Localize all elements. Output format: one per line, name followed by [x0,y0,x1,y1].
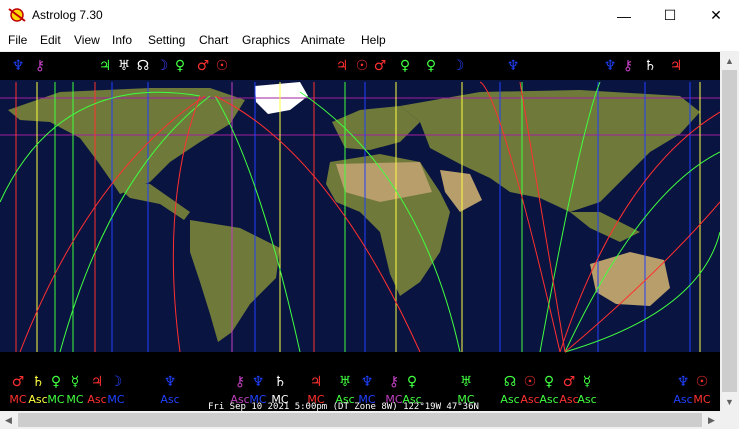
planet-glyph-bottom: ♆ [677,374,690,390]
planet-glyph-top: ♃ [99,58,112,74]
planet-glyph-top: ♃ [336,58,349,74]
planet-glyph-bottom: ♀ [51,374,61,390]
chart-info-line: Fri Sep 10 2021 5:00pm (DT Zone 8W) 122°… [208,402,479,411]
menu-animate[interactable]: Animate [301,33,345,47]
angle-label: MC [47,393,64,406]
menu-edit[interactable]: Edit [40,33,61,47]
horizontal-scroll-thumb[interactable] [18,413,702,427]
planet-glyph-top: ☉ [356,58,369,74]
vertical-scroll-thumb[interactable] [722,70,737,392]
planet-glyph-top: ♃ [670,58,683,74]
scroll-right-arrow-icon[interactable]: ▶ [703,412,720,429]
angle-label: Asc [160,393,179,406]
maximize-button[interactable]: ☐ [647,0,693,31]
menu-bar: File Edit View Info Setting Chart Graphi… [0,31,739,51]
angle-label: Asc [520,393,539,406]
planet-glyph-bottom: ♆ [361,374,374,390]
planet-glyph-bottom: ☿ [71,374,80,390]
angle-label: Asc [87,393,106,406]
window-title: Astrolog 7.30 [32,8,103,22]
planet-glyph-bottom: ♀ [544,374,554,390]
scroll-left-arrow-icon[interactable]: ◀ [0,412,17,429]
title-bar: Astrolog 7.30 — ☐ ✕ [0,0,739,31]
angle-label: Asc [559,393,578,406]
menu-chart[interactable]: Chart [199,33,228,47]
planet-glyph-top: ☽ [452,58,465,74]
planet-glyph-top: ♅ [118,58,131,74]
angle-label: Asc [673,393,692,406]
planet-glyph-bottom: ♃ [310,374,323,390]
planet-glyph-bottom: ☉ [524,374,537,390]
bottom-planet-glyphs: ♂ ♄ ♀ ☿ ♃ ☽ ♆ ⚷ ♆ ♄ ♃ ♅ ♆ ⚷ ♀ ♅ ☊ ☉ ♀ ♂ ☿ ♆ ☉ [12,374,709,390]
planet-glyph-bottom: ☿ [583,374,592,390]
angle-label: MC [107,393,124,406]
planet-glyph-bottom: ☊ [504,374,516,390]
angle-label: MC [693,393,710,406]
planet-glyph-bottom: ♂ [563,374,576,390]
angle-label: Asc [539,393,558,406]
planet-glyph-top: ☊ [137,58,149,74]
planet-glyph-top: ⚷ [35,58,45,74]
planet-glyph-top: ☉ [216,58,229,74]
scroll-up-arrow-icon[interactable]: ▲ [721,52,738,69]
angle-label: Asc [28,393,47,406]
planet-glyph-bottom: ♆ [164,374,177,390]
planet-glyph-top: ⚷ [623,58,633,74]
planet-glyph-bottom: ♃ [91,374,104,390]
planet-glyph-top: ♀ [426,58,436,74]
planet-glyph-bottom: ⚷ [235,374,245,390]
planet-glyph-top: ♆ [12,58,25,74]
planet-glyph-bottom: ☽ [110,374,123,390]
horizontal-scrollbar[interactable]: ◀ ▶ [0,411,720,429]
world-map-canvas[interactable]: ♆ ⚷ ♃ ♅ ☊ ☽ ♀ ♂ ☉ ♃ ☉ ♂ ♀ ♀ ☽ ♆ ♆ ⚷ ♄ ♃ ♂ ♄ ♀ ☿ ♃ ☽ ♆ ⚷ ♆ ♄ ♃ ♅ ♆ ⚷ ♀ ♅ ☊ ☉ ♀… [0,52,721,412]
angle-label: MC [66,393,83,406]
planet-glyph-top: ♂ [374,58,387,74]
menu-file[interactable]: File [8,33,27,47]
menu-graphics[interactable]: Graphics [242,33,290,47]
planet-glyph-bottom: ♅ [460,374,473,390]
scrollbar-corner [720,411,739,429]
planet-glyph-top: ♂ [197,58,210,74]
planet-glyph-bottom: ♂ [12,374,25,390]
planet-glyph-bottom: ♆ [252,374,265,390]
planet-glyph-bottom: ♄ [32,374,45,390]
menu-help[interactable]: Help [361,33,386,47]
menu-view[interactable]: View [74,33,100,47]
planet-glyph-top: ♀ [175,58,185,74]
angle-label: Asc [500,393,519,406]
scroll-down-arrow-icon[interactable]: ▼ [721,393,738,410]
planet-glyph-top: ☽ [156,58,169,74]
astrolog-app-icon [8,8,26,22]
planet-glyph-top: ♀ [400,58,410,74]
angle-label: Asc [577,393,596,406]
top-planet-glyphs: ♆ ⚷ ♃ ♅ ☊ ☽ ♀ ♂ ☉ ♃ ☉ ♂ ♀ ♀ ☽ ♆ ♆ ⚷ ♄ ♃ [12,58,683,74]
planet-glyph-bottom: ♀ [407,374,417,390]
angle-label: MC [9,393,26,406]
menu-setting[interactable]: Setting [148,33,185,47]
menu-info[interactable]: Info [112,33,132,47]
planet-glyph-bottom: ☉ [696,374,709,390]
astro-map-chart[interactable]: ♆ ⚷ ♃ ♅ ☊ ☽ ♀ ♂ ☉ ♃ ☉ ♂ ♀ ♀ ☽ ♆ ♆ ⚷ ♄ ♃ ♂ ♄ ♀ ☿ ♃ ☽ ♆ ⚷ ♆ ♄ ♃ ♅ ♆ ⚷ ♀ ♅ ☊ ☉ ♀… [0,52,721,412]
close-button[interactable]: ✕ [693,0,739,31]
planet-glyph-bottom: ♅ [339,374,352,390]
planet-glyph-bottom: ♄ [274,374,287,390]
vertical-scrollbar[interactable]: ▲ ▼ [720,52,739,411]
planet-glyph-top: ♆ [604,58,617,74]
planet-glyph-bottom: ⚷ [389,374,399,390]
minimize-button[interactable]: — [601,0,647,31]
planet-glyph-top: ♆ [507,58,520,74]
planet-glyph-top: ♄ [644,58,657,74]
